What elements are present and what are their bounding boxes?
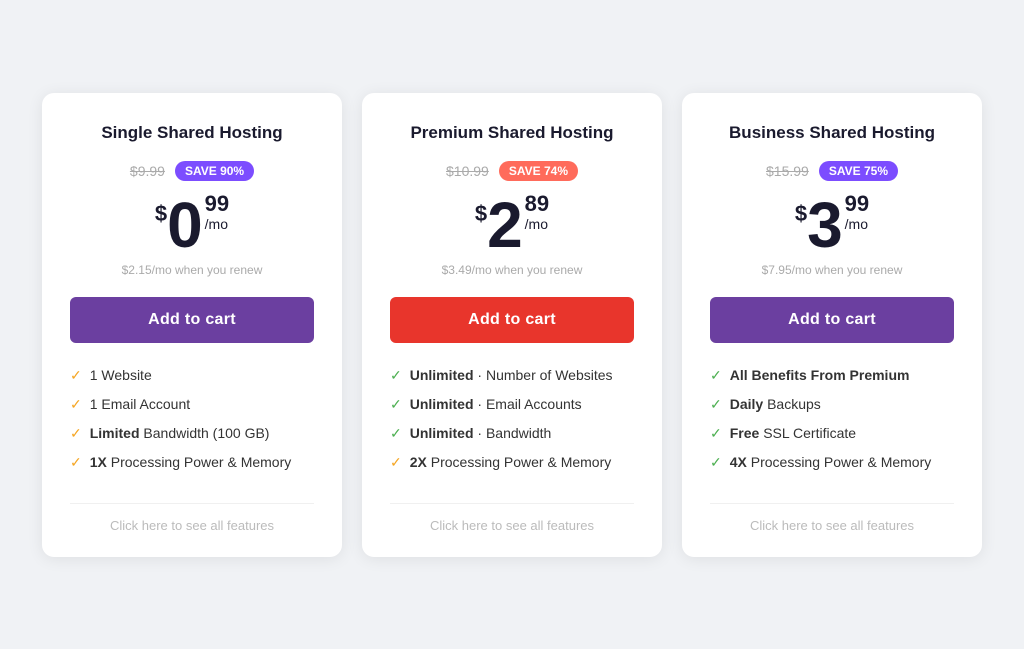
feature-item-business-3: ✓ 4X Processing Power & Memory	[710, 454, 954, 471]
feature-bold-business-1: Daily	[730, 396, 763, 412]
feature-item-single-2: ✓ Limited Bandwidth (100 GB)	[70, 425, 314, 442]
feature-bold-business-3: 4X	[730, 454, 747, 470]
feature-text-business-2: Free SSL Certificate	[730, 425, 856, 441]
feature-item-premium-3: ✓ 2X Processing Power & Memory	[390, 454, 634, 471]
check-icon-business-1: ✓	[710, 396, 722, 413]
pricing-card-premium: Premium Shared Hosting $10.99 SAVE 74% $289…	[362, 93, 662, 557]
price-display-premium: $289/mo	[475, 193, 549, 257]
feature-item-single-1: ✓ 1 Email Account	[70, 396, 314, 413]
renew-text-single: $2.15/mo when you renew	[122, 263, 263, 277]
currency-single: $	[155, 201, 167, 227]
plan-title-business: Business Shared Hosting	[729, 123, 935, 143]
currency-business: $	[795, 201, 807, 227]
price-row-business: $15.99 SAVE 75%	[766, 161, 898, 181]
divider-business	[710, 503, 954, 504]
price-display-business: $399/mo	[795, 193, 869, 257]
feature-item-business-0: ✓ All Benefits From Premium	[710, 367, 954, 384]
amount-business: 3	[807, 193, 843, 257]
features-list-single: ✓ 1 Website ✓ 1 Email Account ✓ Limited Bandw…	[70, 367, 314, 483]
original-price-single: $9.99	[130, 163, 165, 179]
check-icon-business-3: ✓	[710, 454, 722, 471]
add-to-cart-premium[interactable]: Add to cart	[390, 297, 634, 343]
price-display-single: $099/mo	[155, 193, 229, 257]
feature-bold-premium-3: 2X	[410, 454, 427, 470]
check-icon-business-2: ✓	[710, 425, 722, 442]
feature-bold-business-0: All Benefits From Premium	[730, 367, 910, 383]
divider-single	[70, 503, 314, 504]
check-icon-single-0: ✓	[70, 367, 82, 384]
feature-item-premium-2: ✓ Unlimited · Bandwidth	[390, 425, 634, 442]
original-price-premium: $10.99	[446, 163, 489, 179]
check-icon-business-0: ✓	[710, 367, 722, 384]
check-icon-premium-3: ✓	[390, 454, 402, 471]
features-list-premium: ✓ Unlimited · Number of Websites ✓ Unlimite…	[390, 367, 634, 483]
check-icon-single-3: ✓	[70, 454, 82, 471]
feature-text-business-0: All Benefits From Premium	[730, 367, 910, 383]
cents-premium: 89	[525, 193, 549, 215]
features-list-business: ✓ All Benefits From Premium ✓ Daily Backups…	[710, 367, 954, 483]
feature-text-single-3: 1X Processing Power & Memory	[90, 454, 292, 470]
add-to-cart-business[interactable]: Add to cart	[710, 297, 954, 343]
per-mo-premium: /mo	[525, 215, 549, 235]
price-row-single: $9.99 SAVE 90%	[130, 161, 254, 181]
feature-text-single-2: Limited Bandwidth (100 GB)	[90, 425, 270, 441]
pricing-card-business: Business Shared Hosting $15.99 SAVE 75% $39…	[682, 93, 982, 557]
check-icon-single-1: ✓	[70, 396, 82, 413]
cents-mo-single: 99/mo	[205, 193, 229, 235]
check-icon-premium-0: ✓	[390, 367, 402, 384]
cents-mo-business: 99/mo	[845, 193, 869, 235]
feature-bold-premium-2: Unlimited	[410, 425, 474, 441]
feature-text-business-1: Daily Backups	[730, 396, 821, 412]
amount-premium: 2	[487, 193, 523, 257]
see-all-features-premium[interactable]: Click here to see all features	[430, 518, 594, 533]
save-badge-business: SAVE 75%	[819, 161, 898, 181]
feature-item-single-3: ✓ 1X Processing Power & Memory	[70, 454, 314, 471]
currency-premium: $	[475, 201, 487, 227]
feature-item-business-2: ✓ Free SSL Certificate	[710, 425, 954, 442]
renew-text-premium: $3.49/mo when you renew	[442, 263, 583, 277]
divider-premium	[390, 503, 634, 504]
cents-business: 99	[845, 193, 869, 215]
save-badge-single: SAVE 90%	[175, 161, 254, 181]
check-icon-premium-2: ✓	[390, 425, 402, 442]
feature-bold-premium-0: Unlimited	[410, 367, 474, 383]
see-all-features-single[interactable]: Click here to see all features	[110, 518, 274, 533]
amount-single: 0	[167, 193, 203, 257]
feature-text-premium-2: Unlimited · Bandwidth	[410, 425, 552, 441]
plan-title-premium: Premium Shared Hosting	[410, 123, 613, 143]
feature-text-single-1: 1 Email Account	[90, 396, 190, 412]
cents-single: 99	[205, 193, 229, 215]
pricing-section: Single Shared Hosting$9.99SAVE 90%$099/m…	[0, 63, 1024, 587]
feature-text-single-0: 1 Website	[90, 367, 152, 383]
add-to-cart-single[interactable]: Add to cart	[70, 297, 314, 343]
feature-bold-single-2: Limited	[90, 425, 140, 441]
feature-item-single-0: ✓ 1 Website	[70, 367, 314, 384]
original-price-business: $15.99	[766, 163, 809, 179]
save-badge-premium: SAVE 74%	[499, 161, 578, 181]
feature-item-premium-1: ✓ Unlimited · Email Accounts	[390, 396, 634, 413]
feature-text-premium-0: Unlimited · Number of Websites	[410, 367, 613, 383]
check-icon-premium-1: ✓	[390, 396, 402, 413]
feature-item-business-1: ✓ Daily Backups	[710, 396, 954, 413]
cents-mo-premium: 89/mo	[525, 193, 549, 235]
price-row-premium: $10.99 SAVE 74%	[446, 161, 578, 181]
check-icon-single-2: ✓	[70, 425, 82, 442]
renew-text-business: $7.95/mo when you renew	[762, 263, 903, 277]
see-all-features-business[interactable]: Click here to see all features	[750, 518, 914, 533]
feature-text-premium-3: 2X Processing Power & Memory	[410, 454, 612, 470]
per-mo-business: /mo	[845, 215, 869, 235]
feature-bold-business-2: Free	[730, 425, 760, 441]
feature-text-premium-1: Unlimited · Email Accounts	[410, 396, 582, 412]
feature-item-premium-0: ✓ Unlimited · Number of Websites	[390, 367, 634, 384]
plan-title-single: Single Shared Hosting	[101, 123, 282, 143]
pricing-card-single: Single Shared Hosting $9.99 SAVE 90% $099/m…	[42, 93, 342, 557]
feature-text-business-3: 4X Processing Power & Memory	[730, 454, 932, 470]
per-mo-single: /mo	[205, 215, 229, 235]
feature-bold-single-3: 1X	[90, 454, 107, 470]
feature-bold-premium-1: Unlimited	[410, 396, 474, 412]
